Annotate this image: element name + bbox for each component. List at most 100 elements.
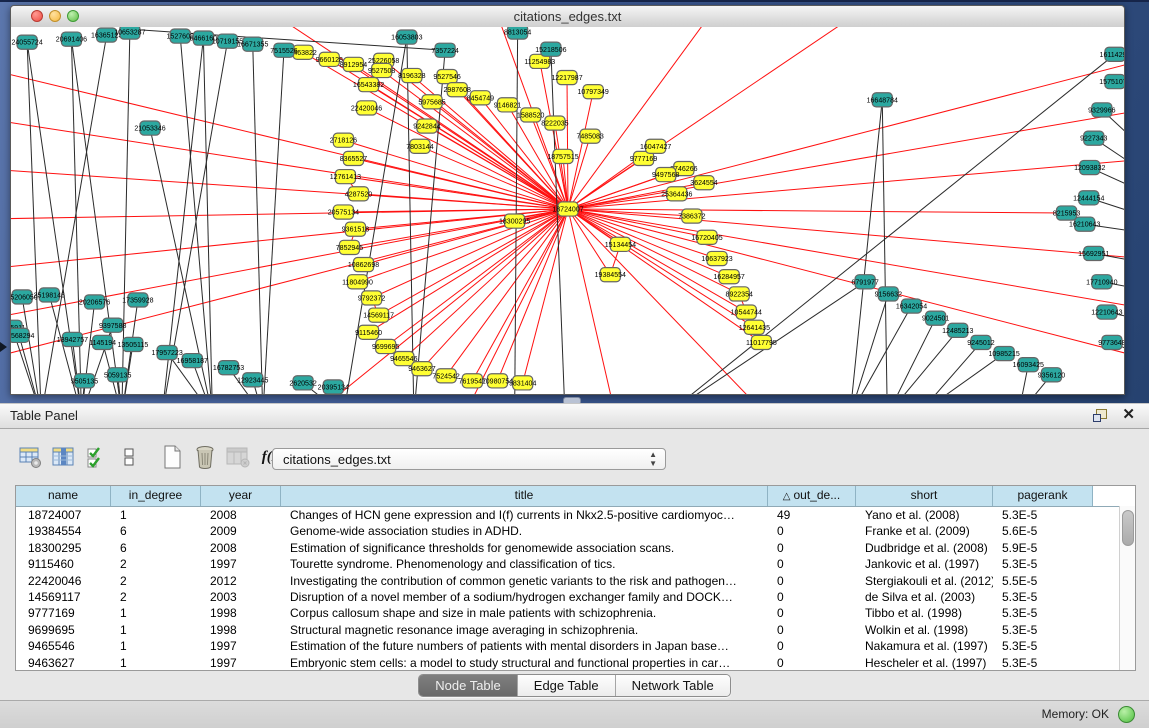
graph-node[interactable]: 16053803 — [391, 30, 422, 44]
column-header-pagerank[interactable]: pagerank — [993, 486, 1093, 506]
graph-node[interactable]: 9699695 — [372, 339, 399, 353]
trash-button[interactable] — [190, 442, 220, 472]
graph-node[interactable]: 8922354 — [726, 287, 753, 301]
graph-node[interactable]: 5975685 — [418, 95, 445, 109]
graph-node[interactable]: 10544744 — [731, 305, 762, 319]
graph-node[interactable]: 19384554 — [595, 268, 626, 282]
table-row[interactable]: 911546021997Tourette syndrome. Phenomeno… — [16, 556, 1135, 572]
graph-node[interactable]: 8196328 — [398, 68, 425, 82]
graph-node[interactable]: 9024501 — [922, 311, 949, 325]
graph-node[interactable]: 9361518 — [342, 222, 369, 236]
graph-node[interactable]: 11804990 — [342, 275, 373, 289]
graph-node[interactable]: 9792372 — [358, 291, 385, 305]
graph-node[interactable]: 8912954 — [340, 57, 367, 71]
graph-node[interactable]: 8365527 — [340, 151, 367, 165]
column-visibility-button[interactable] — [48, 442, 78, 472]
graph-node[interactable]: 21053346 — [134, 121, 165, 135]
graph-node[interactable]: 15692951 — [1078, 246, 1109, 260]
table-row[interactable]: 946554611997Estimation of the future num… — [16, 638, 1135, 654]
graph-node[interactable]: 2620532 — [289, 376, 316, 390]
graph-node[interactable]: 18757515 — [547, 149, 578, 163]
graph-node[interactable]: 10637923 — [701, 251, 732, 265]
column-header-short[interactable]: short — [856, 486, 993, 506]
graph-node[interactable]: 8222035 — [541, 116, 568, 130]
column-header-in_degree[interactable]: in_degree — [111, 486, 201, 506]
table-settings-button[interactable] — [15, 442, 45, 472]
graph-node[interactable]: 7524542 — [432, 369, 459, 383]
column-header-title[interactable]: title — [281, 486, 768, 506]
graph-node[interactable]: 9245012 — [967, 335, 994, 349]
graph-node[interactable]: 5059135 — [104, 368, 131, 382]
graph-node[interactable]: 10797349 — [578, 85, 609, 99]
graph-node[interactable]: 25198146 — [34, 288, 65, 302]
graph-node[interactable]: 12210643 — [1091, 305, 1122, 319]
table-row[interactable]: 946362711997Embryonic stem cells: a mode… — [16, 655, 1135, 671]
table-row[interactable]: 977716911998Corpus callosum shape and si… — [16, 605, 1135, 621]
graph-node[interactable]: 7386372 — [678, 209, 705, 223]
table-row[interactable]: 2242004622012Investigating the contribut… — [16, 573, 1135, 589]
graph-node[interactable]: 1145194 — [89, 335, 116, 349]
table-selector-dropdown[interactable]: citations_edges.txt ▲▼ — [272, 448, 666, 470]
graph-node[interactable]: 20575134 — [328, 205, 359, 219]
graph-node[interactable]: 9356120 — [1038, 368, 1065, 382]
graph-node[interactable]: 11568294 — [11, 328, 35, 342]
graph-node[interactable]: 16648784 — [867, 93, 898, 107]
table-scrollbar-thumb[interactable] — [1122, 510, 1134, 546]
graph-node[interactable]: 13505115 — [117, 337, 148, 351]
graph-node[interactable]: 7485083 — [576, 129, 603, 143]
column-header-out_de[interactable]: △out_de... — [768, 486, 856, 506]
graph-node[interactable]: 20395134 — [318, 380, 349, 394]
graph-node[interactable]: 16543382 — [353, 78, 384, 92]
graph-node[interactable]: 7803144 — [406, 139, 433, 153]
graph-node[interactable]: 9156632 — [875, 287, 902, 301]
network-canvas[interactable]: 1872400718300295193845541513445497771699… — [11, 27, 1124, 394]
graph-node[interactable]: 7852945 — [336, 240, 363, 254]
graph-node[interactable]: 8813054 — [504, 27, 531, 39]
network-window-titlebar[interactable]: citations_edges.txt — [11, 6, 1124, 28]
float-panel-icon[interactable] — [1093, 409, 1107, 422]
graph-node[interactable]: 17710940 — [1086, 275, 1117, 289]
graph-node[interactable]: 9329966 — [1088, 103, 1115, 117]
table-row[interactable]: 1456911722003Disruption of a novel membe… — [16, 589, 1135, 605]
graph-node[interactable]: 9831404 — [509, 376, 536, 390]
network-view-window[interactable]: citations_edges.txt 18724007183002951938… — [10, 5, 1125, 395]
graph-node[interactable]: 12923445 — [237, 373, 268, 387]
table-row[interactable]: 1830029562008Estimation of significance … — [16, 540, 1135, 556]
graph-node[interactable]: 12444154 — [1073, 191, 1104, 205]
graph-node[interactable]: 17359928 — [122, 293, 153, 307]
close-panel-icon[interactable]: ✕ — [1122, 407, 1135, 423]
tab-edge-table[interactable]: Edge Table — [518, 675, 616, 696]
graph-node[interactable]: 4287520 — [345, 187, 372, 201]
table-row[interactable]: 1938455462009Genome-wide association stu… — [16, 523, 1135, 539]
table-row[interactable]: 969969511998Structural magnetic resonanc… — [16, 622, 1135, 638]
graph-node[interactable]: 9527508 — [368, 63, 395, 77]
graph-node[interactable]: 6791977 — [851, 275, 878, 289]
graph-node[interactable]: 9505135 — [71, 374, 98, 388]
graph-node[interactable]: 9773648 — [1098, 335, 1124, 349]
graph-node[interactable]: 20691406 — [56, 32, 87, 46]
graph-node[interactable]: 12485213 — [942, 323, 973, 337]
column-header-year[interactable]: year — [201, 486, 281, 506]
graph-node[interactable]: 9397588 — [99, 318, 126, 332]
column-header-name[interactable]: name — [16, 486, 111, 506]
deselect-all-button[interactable] — [114, 442, 144, 472]
graph-node[interactable]: 16093425 — [1013, 358, 1044, 372]
table-scrollbar[interactable] — [1119, 506, 1135, 670]
graph-node[interactable]: 12641435 — [739, 320, 770, 334]
graph-node[interactable]: 8454749 — [467, 91, 494, 105]
graph-node[interactable]: 10985215 — [988, 346, 1019, 360]
graph-node[interactable]: 7357224 — [431, 43, 458, 57]
graph-node[interactable]: 12761413 — [330, 170, 361, 184]
graph-node[interactable]: 12217987 — [551, 70, 582, 84]
graph-node[interactable]: 15751074 — [1099, 75, 1124, 89]
graph-node[interactable]: 16782753 — [213, 361, 244, 375]
graph-node[interactable]: 7515526 — [270, 43, 297, 57]
graph-node[interactable]: 16114297 — [1100, 47, 1124, 61]
graph-node[interactable]: 9242844 — [413, 119, 440, 133]
collapse-panel-arrow-icon[interactable] — [0, 342, 7, 352]
graph-node[interactable]: 9115460 — [355, 325, 382, 339]
graph-node[interactable]: 9227343 — [1080, 131, 1107, 145]
graph-node[interactable]: 9146821 — [494, 98, 521, 112]
graph-node[interactable]: 3624554 — [690, 176, 717, 190]
graph-node[interactable]: 2718126 — [330, 133, 357, 147]
